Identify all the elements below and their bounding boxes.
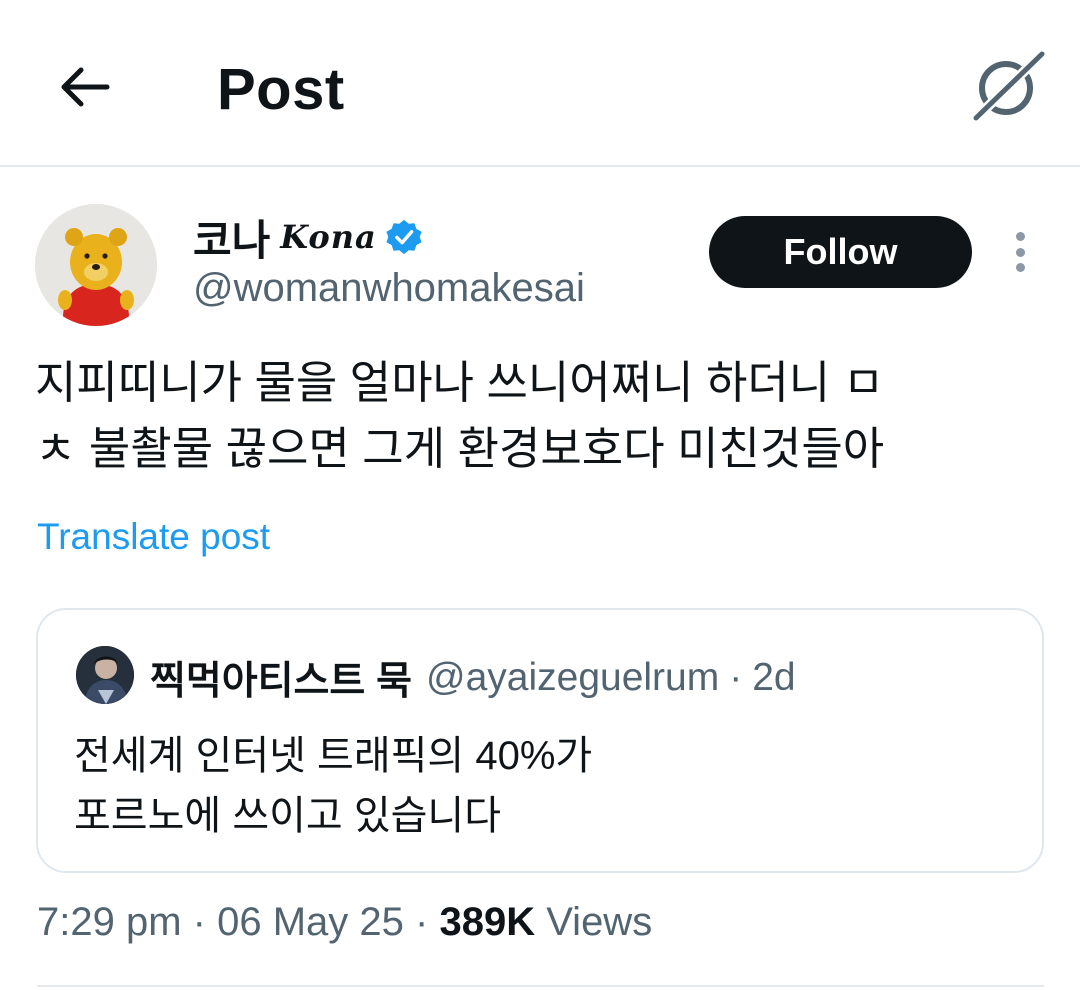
author-display-name[interactable]: 코나: [193, 207, 270, 268]
top-bar: Post: [0, 0, 1080, 167]
follow-button[interactable]: Follow: [709, 216, 972, 288]
quote-separator: ·: [729, 656, 743, 699]
post-meta: 7:29 pm · 06 May 25 · 389K Views: [37, 900, 652, 945]
quote-timestamp: 2d: [752, 656, 796, 699]
dot: [1015, 232, 1025, 241]
views-label: Views: [546, 900, 653, 944]
views-count: 389K: [439, 900, 536, 944]
back-button[interactable]: [50, 52, 120, 122]
quote-author-handle: @ayaizeguelrum: [426, 656, 720, 699]
quote-author-name: 찍먹아티스트 묵: [150, 660, 412, 703]
bear-avatar-image: [35, 204, 157, 326]
quoted-post[interactable]: 찍먹아티스트 묵 @ayaizeguelrum · 2d 전세계 인터넷 트래픽…: [36, 608, 1044, 873]
quote-text: 전세계 인터넷 트래픽의 40%가 포르노에 쓰이고 있습니다: [74, 726, 592, 846]
post-time[interactable]: 7:29 pm: [37, 900, 182, 944]
dot: [1015, 247, 1025, 257]
author-name-script: Kona: [280, 218, 377, 256]
grok-icon: [972, 50, 1046, 122]
post-text-line: 지피띠니가 물을 얼마나 쓰니어쩌니 하더니 ㅁ: [35, 357, 885, 408]
dot: [1015, 263, 1025, 272]
post-text: 지피띠니가 물을 얼마나 쓰니어쩌니 하더니 ㅁ ㅊ 불촬물 끊으면 그게 환경…: [35, 350, 1045, 482]
verified-badge-icon: [386, 219, 422, 255]
arrow-left-icon: [61, 67, 110, 107]
page-title: Post: [217, 57, 345, 122]
translate-post-link[interactable]: Translate post: [37, 516, 270, 558]
meta-separator: ·: [415, 900, 429, 944]
author-handle[interactable]: @womanwhomakesai: [193, 266, 585, 311]
person-avatar-image: [76, 646, 134, 704]
quote-author-avatar: [76, 646, 134, 704]
grok-button[interactable]: [968, 48, 1048, 124]
author-name-row: 코나 Kona: [193, 210, 423, 264]
more-options-icon[interactable]: [1004, 228, 1036, 276]
post-text-line: ㅊ 불촬물 끊으면 그게 환경보호다 미친것들아: [35, 423, 885, 474]
quote-header: 찍먹아티스트 묵 @ayaizeguelrum · 2d: [150, 650, 796, 706]
divider: [37, 985, 1044, 987]
post-date[interactable]: 06 May 25: [217, 900, 404, 944]
author-avatar[interactable]: [35, 204, 157, 326]
quote-text-line: 포르노에 쓰이고 있습니다: [74, 794, 502, 838]
meta-separator: ·: [192, 900, 206, 944]
quote-text-line: 전세계 인터넷 트래픽의 40%가: [74, 734, 593, 778]
